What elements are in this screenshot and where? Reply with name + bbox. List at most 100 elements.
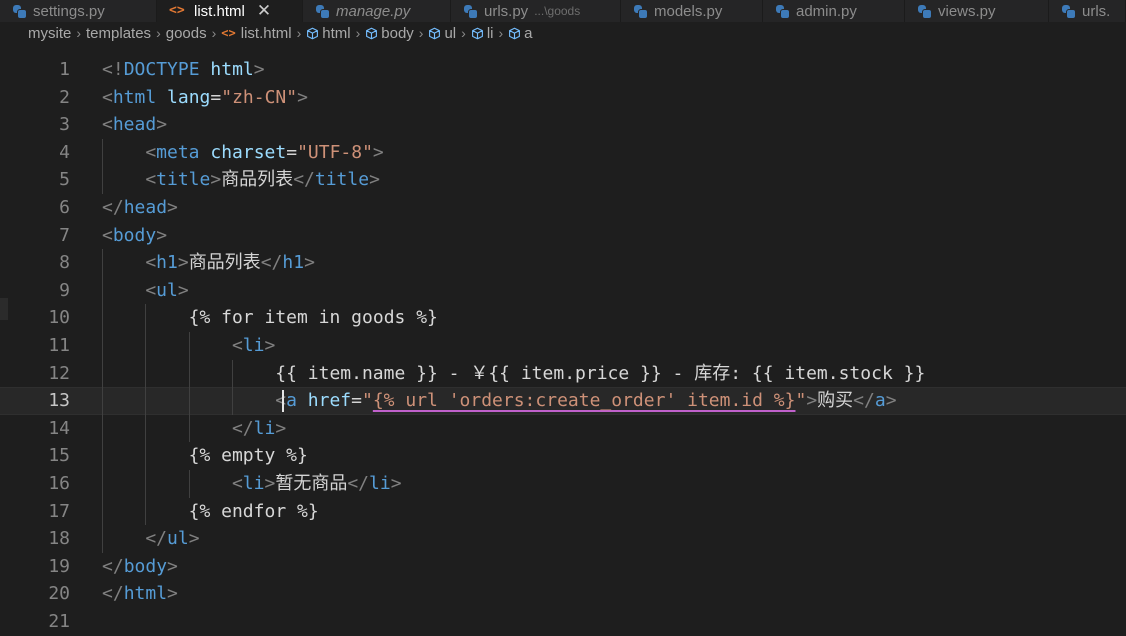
code-token: title bbox=[156, 169, 211, 191]
tab-admin-py[interactable]: admin.py bbox=[763, 0, 905, 22]
code-text: </html> bbox=[102, 580, 178, 608]
tab-label: models.py bbox=[654, 2, 723, 20]
code-token: h1 bbox=[156, 252, 178, 274]
code-token: < bbox=[102, 224, 113, 246]
line-number: 18 bbox=[48, 528, 70, 550]
code-token: < bbox=[102, 114, 113, 136]
python-icon bbox=[463, 4, 478, 19]
code-token: < bbox=[102, 86, 113, 108]
line-number: 21 bbox=[48, 611, 70, 632]
code-token: ul bbox=[156, 279, 178, 301]
breadcrumb-label: a bbox=[524, 24, 533, 42]
code-text: </ul> bbox=[145, 525, 199, 553]
code-token: </ bbox=[102, 197, 124, 218]
breadcrumb-label: ul bbox=[444, 24, 457, 42]
code-token: href bbox=[307, 390, 352, 412]
code-text: {% for item in goods %} bbox=[189, 304, 438, 332]
code-line[interactable]: 16 <li>暂无商品</li> bbox=[0, 470, 1126, 498]
code-token: < bbox=[275, 390, 287, 412]
tab-list-html[interactable]: <> list.html ✕ bbox=[157, 0, 303, 22]
code-line[interactable]: 7 <body> bbox=[0, 222, 1126, 250]
code-line[interactable]: 11 <li> bbox=[0, 332, 1126, 360]
code-token: = bbox=[286, 141, 298, 163]
code-line[interactable]: 2 <html lang="zh-CN"> bbox=[0, 84, 1126, 112]
breadcrumb-item-mysite[interactable]: mysite › bbox=[28, 25, 86, 42]
code-token: > bbox=[253, 59, 265, 80]
line-number: 15 bbox=[48, 445, 70, 467]
line-number: 3 bbox=[59, 114, 70, 136]
code-token: a bbox=[874, 390, 886, 412]
code-line[interactable]: 17 {% endfor %} bbox=[0, 498, 1126, 526]
code-token: "UTF-8" bbox=[297, 141, 373, 163]
code-token: </ bbox=[102, 555, 124, 577]
breadcrumb-label: html bbox=[322, 24, 351, 42]
code-token: body bbox=[123, 555, 168, 577]
code-token: > bbox=[167, 197, 178, 218]
code-token: > bbox=[390, 473, 402, 494]
code-line[interactable]: 6 </head> bbox=[0, 194, 1126, 222]
close-icon[interactable]: ✕ bbox=[257, 2, 271, 20]
html-icon: <> bbox=[169, 3, 185, 18]
code-line[interactable]: 13 <a href="{% url 'orders:create_order' … bbox=[0, 387, 1126, 415]
code-editor[interactable]: 1 <!DOCTYPE html> 2 <html lang="zh-CN"> 3 <he… bbox=[0, 56, 1126, 632]
tab-manage-py[interactable]: manage.py bbox=[303, 0, 451, 22]
line-number: 13 bbox=[48, 390, 70, 412]
code-line[interactable]: 19 </body> bbox=[0, 553, 1126, 581]
code-line[interactable]: 14 </li> bbox=[0, 415, 1126, 443]
code-token: = bbox=[351, 390, 362, 412]
code-line[interactable]: 8 <h1>商品列表</h1> bbox=[0, 249, 1126, 277]
breadcrumb-item-a[interactable]: a bbox=[508, 24, 533, 42]
code-token: li bbox=[242, 473, 265, 494]
code-token: li bbox=[369, 473, 391, 494]
code-line[interactable]: 5 <title>商品列表</title> bbox=[0, 166, 1126, 194]
tab-models-py[interactable]: models.py bbox=[621, 0, 763, 22]
code-line[interactable]: 12 {{ item.name }} - ￥{{ item.price }} - … bbox=[0, 360, 1126, 388]
code-token: > bbox=[297, 86, 308, 108]
breadcrumb-item-html[interactable]: html › bbox=[306, 25, 365, 42]
code-text: <ul> bbox=[145, 277, 188, 305]
cube-icon bbox=[508, 27, 521, 40]
code-token: DOCTYPE bbox=[123, 59, 200, 80]
code-text: <li> bbox=[232, 332, 275, 360]
code-token: body bbox=[112, 224, 157, 246]
line-number: 1 bbox=[59, 59, 70, 80]
code-token: {% empty %} bbox=[188, 445, 308, 467]
tab-urls-py[interactable]: urls.py ...\goods bbox=[451, 0, 621, 22]
tab-urls[interactable]: urls. bbox=[1049, 0, 1126, 22]
code-token: > bbox=[167, 555, 178, 577]
tab-views-py[interactable]: views.py bbox=[905, 0, 1049, 22]
breadcrumb-item-templates[interactable]: templates › bbox=[86, 25, 166, 42]
code-text: {% empty %} bbox=[189, 442, 308, 470]
line-number: 7 bbox=[59, 224, 70, 246]
breadcrumb-item-ul[interactable]: ul › bbox=[428, 25, 470, 42]
text-cursor bbox=[282, 390, 284, 413]
code-text: <head> bbox=[102, 111, 167, 139]
breadcrumb-item-li[interactable]: li › bbox=[471, 25, 508, 42]
breadcrumb-item-list-html[interactable]: <> list.html › bbox=[221, 25, 306, 42]
breadcrumb-item-goods[interactable]: goods › bbox=[166, 25, 222, 42]
code-token: {% url 'orders:create_order' item.id %} bbox=[372, 390, 796, 412]
code-line[interactable]: 18 </ul> bbox=[0, 525, 1126, 553]
breadcrumb-item-body[interactable]: body › bbox=[365, 25, 428, 42]
breadcrumb-label: templates bbox=[86, 24, 152, 42]
code-line[interactable]: 15 {% empty %} bbox=[0, 442, 1126, 470]
code-line[interactable]: 10 {% for item in goods %} bbox=[0, 304, 1126, 332]
code-token: > bbox=[806, 390, 818, 412]
code-token: > bbox=[210, 169, 222, 191]
line-number: 16 bbox=[48, 473, 70, 494]
code-line[interactable]: 20 </html> bbox=[0, 580, 1126, 608]
code-line[interactable]: 4 <meta charset="UTF-8"> bbox=[0, 139, 1126, 167]
code-token: > bbox=[304, 252, 315, 274]
indent-guide bbox=[145, 304, 147, 526]
tab-description: ...\goods bbox=[534, 4, 581, 18]
code-line[interactable]: 9 <ul> bbox=[0, 277, 1126, 305]
code-token: html bbox=[210, 59, 254, 80]
code-line[interactable]: 21 bbox=[0, 608, 1126, 636]
tab-settings-py[interactable]: settings.py bbox=[0, 0, 157, 22]
line-number: 6 bbox=[59, 197, 70, 218]
code-line[interactable]: 1 <!DOCTYPE html> bbox=[0, 56, 1126, 84]
code-token: = bbox=[210, 86, 222, 108]
code-line[interactable]: 3 <head> bbox=[0, 111, 1126, 139]
code-text: </li> bbox=[232, 415, 286, 443]
